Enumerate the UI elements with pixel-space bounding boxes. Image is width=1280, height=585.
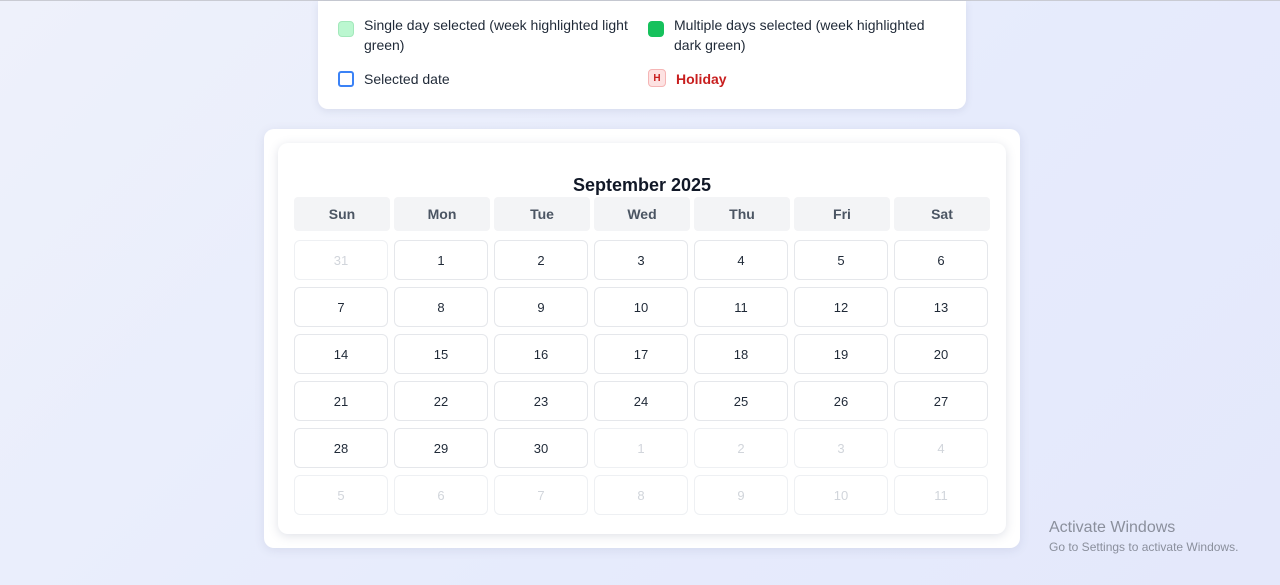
day-cell[interactable]: 17	[594, 334, 688, 374]
legend-selected-date-label: Selected date	[364, 71, 450, 87]
month-title: September 2025	[572, 175, 712, 195]
weekday-sat: Sat	[894, 197, 990, 231]
legend-single-day-label: Single day selected (week highlighted li…	[364, 17, 628, 53]
day-cell[interactable]: 19	[794, 334, 888, 374]
day-cell-outside-month: 31	[294, 240, 388, 280]
day-cell[interactable]: 22	[394, 381, 488, 421]
day-cell[interactable]: 24	[594, 381, 688, 421]
day-cell[interactable]: 1	[394, 240, 488, 280]
day-cell[interactable]: 23	[494, 381, 588, 421]
legend-selected-date: Selected date	[338, 69, 450, 89]
day-cell[interactable]: 15	[394, 334, 488, 374]
day-cell[interactable]: 11	[694, 287, 788, 327]
weekday-wed: Wed	[594, 197, 690, 231]
day-cell-outside-month: 1	[594, 428, 688, 468]
day-cell-outside-month: 6	[394, 475, 488, 515]
weekday-mon: Mon	[394, 197, 490, 231]
day-cell[interactable]: 21	[294, 381, 388, 421]
weekday-fri: Fri	[794, 197, 890, 231]
day-cell[interactable]: 4	[694, 240, 788, 280]
calendar-container: September 2025 Sun Mon Tue Wed Thu Fri Sat 31 1…	[264, 129, 1020, 548]
weekday-tue: Tue	[494, 197, 590, 231]
day-cell-outside-month: 3	[794, 428, 888, 468]
day-cell[interactable]: 8	[394, 287, 488, 327]
day-cell[interactable]: 16	[494, 334, 588, 374]
legend-multiple-days-label: Multiple days selected (week highlighted…	[674, 17, 925, 53]
day-cell[interactable]: 5	[794, 240, 888, 280]
day-cell[interactable]: 28	[294, 428, 388, 468]
day-cell-outside-month: 8	[594, 475, 688, 515]
day-cell[interactable]: 18	[694, 334, 788, 374]
weekday-header: Sun Mon Tue Wed Thu Fri Sat	[294, 197, 990, 231]
watermark-title: Activate Windows	[1049, 519, 1176, 536]
weekday-sun: Sun	[294, 197, 390, 231]
holiday-badge-icon: H	[648, 69, 666, 87]
day-cell[interactable]: 6	[894, 240, 988, 280]
day-grid: 31 1 2 3 4 5 6 7 8 9 10 11 12 13 14 15 16 17 18 19 20 21 22 23 2…	[294, 240, 990, 515]
watermark-subtitle: Go to Settings to activate Windows.	[1049, 540, 1239, 554]
weekday-thu: Thu	[694, 197, 790, 231]
day-cell-outside-month: 7	[494, 475, 588, 515]
day-cell-outside-month: 10	[794, 475, 888, 515]
legend-multiple-days: Multiple days selected (week highlighted…	[648, 15, 948, 55]
dark-green-swatch	[648, 21, 664, 37]
day-cell[interactable]: 27	[894, 381, 988, 421]
day-cell-outside-month: 9	[694, 475, 788, 515]
day-cell[interactable]: 7	[294, 287, 388, 327]
calendar-card: September 2025 Sun Mon Tue Wed Thu Fri Sat 31 1…	[278, 143, 1006, 534]
day-cell[interactable]: 13	[894, 287, 988, 327]
day-cell[interactable]: 29	[394, 428, 488, 468]
selected-outline-swatch	[338, 71, 354, 87]
day-cell[interactable]: 3	[594, 240, 688, 280]
day-cell[interactable]: 20	[894, 334, 988, 374]
day-cell[interactable]: 10	[594, 287, 688, 327]
day-cell[interactable]: 9	[494, 287, 588, 327]
day-cell[interactable]: 12	[794, 287, 888, 327]
legend-panel: Single day selected (week highlighted li…	[318, 1, 966, 109]
day-cell-outside-month: 4	[894, 428, 988, 468]
legend-single-day: Single day selected (week highlighted li…	[338, 15, 628, 55]
light-green-swatch	[338, 21, 354, 37]
day-cell[interactable]: 25	[694, 381, 788, 421]
day-cell[interactable]: 26	[794, 381, 888, 421]
legend-holiday-label: Holiday	[676, 71, 727, 87]
legend-holiday: H Holiday	[648, 69, 727, 89]
day-cell-outside-month: 2	[694, 428, 788, 468]
day-cell[interactable]: 14	[294, 334, 388, 374]
activate-windows-watermark: Activate Windows Go to Settings to activ…	[1049, 518, 1238, 556]
day-cell-outside-month: 11	[894, 475, 988, 515]
day-cell-outside-month: 5	[294, 475, 388, 515]
day-cell[interactable]: 30	[494, 428, 588, 468]
day-cell[interactable]: 2	[494, 240, 588, 280]
